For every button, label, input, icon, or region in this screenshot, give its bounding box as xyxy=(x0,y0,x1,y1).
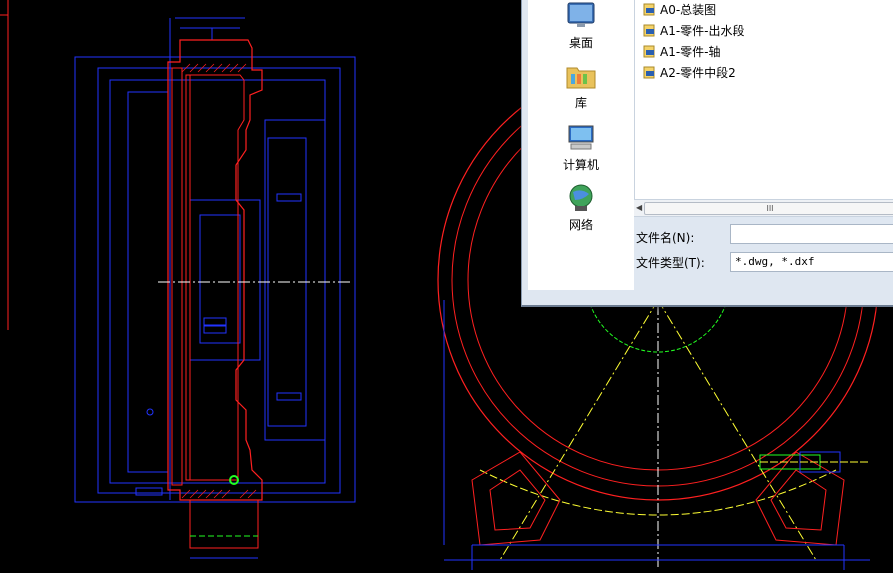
places-computer[interactable]: 计算机 xyxy=(528,122,634,173)
dwg-file-icon xyxy=(643,44,657,58)
computer-icon xyxy=(568,125,594,150)
dwg-file-icon xyxy=(643,2,657,16)
places-desktop[interactable]: 桌面 xyxy=(528,0,634,51)
section-view xyxy=(74,17,356,559)
scroll-left-arrow-icon[interactable]: ◀ xyxy=(636,203,642,212)
file-item-name: A2-零件中段2 xyxy=(660,65,736,80)
open-file-dialog: 桌面 库 计算机 网络 A0-总装图 A1-零件-出水段 A1-零件-轴 A2-… xyxy=(521,0,893,307)
file-item-name: A0-总装图 xyxy=(660,2,717,17)
filetype-select[interactable]: *.dwg, *.dxf xyxy=(730,252,893,272)
filename-label: 文件名(N): xyxy=(636,231,695,245)
file-item-name: A1-零件-轴 xyxy=(660,44,721,59)
dwg-file-icon xyxy=(643,23,657,37)
file-list-horizontal-scrollbar[interactable]: ◀ III xyxy=(634,199,893,217)
filetype-label: 文件类型(T): xyxy=(636,256,705,270)
desktop-icon xyxy=(567,2,595,27)
places-computer-label: 计算机 xyxy=(562,158,599,172)
places-network[interactable]: 网络 xyxy=(528,182,634,233)
file-item[interactable]: A0-总装图 xyxy=(643,0,716,18)
dwg-file-icon xyxy=(643,65,657,79)
places-desktop-label: 桌面 xyxy=(568,36,593,50)
scrollbar-grip: III xyxy=(766,204,774,213)
places-network-label: 网络 xyxy=(568,218,593,232)
file-list: A0-总装图 A1-零件-出水段 A1-零件-轴 A2-零件中段2 xyxy=(634,0,893,200)
places-library-label: 库 xyxy=(574,96,587,110)
network-globe-icon xyxy=(569,184,593,211)
places-library[interactable]: 库 xyxy=(528,60,634,111)
library-folder-icon xyxy=(566,67,596,89)
file-item[interactable]: A1-零件-轴 xyxy=(643,42,721,60)
scrollbar-thumb[interactable]: III xyxy=(644,202,893,215)
filetype-select-value: *.dwg, *.dxf xyxy=(735,255,815,268)
file-item[interactable]: A2-零件中段2 xyxy=(643,63,736,81)
file-item[interactable]: A1-零件-出水段 xyxy=(643,21,745,39)
file-item-name: A1-零件-出水段 xyxy=(660,23,745,38)
filename-input[interactable] xyxy=(730,224,893,244)
places-bar: 桌面 库 计算机 网络 xyxy=(528,0,634,290)
